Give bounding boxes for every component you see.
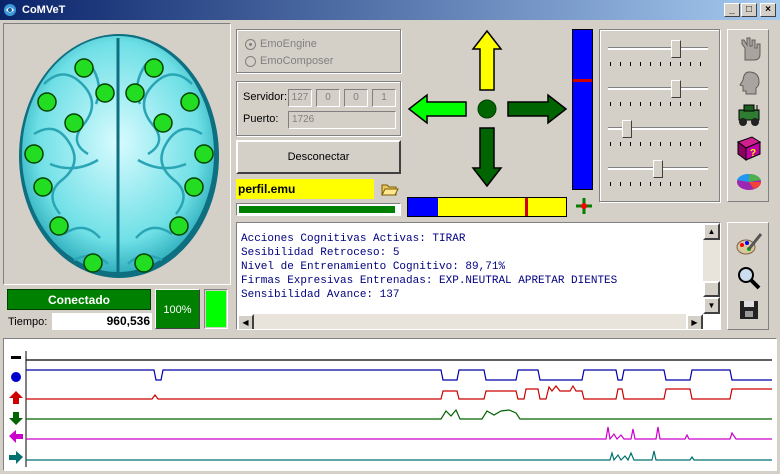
log-horizontal-scrollbar[interactable]: ◀ ▶ <box>237 314 703 329</box>
slider-4[interactable] <box>606 158 712 188</box>
up-legend-icon <box>9 391 23 404</box>
palette-brush-icon[interactable] <box>735 231 763 257</box>
log-line: Nivel de Entrenamiento Cognitivo: 89,71% <box>241 261 506 273</box>
log-lines: Acciones Cognitivas Activas: TIRAR Sesib… <box>241 232 617 302</box>
tools-panel: ? <box>727 29 769 202</box>
ip-octet-2[interactable]: 0 <box>316 89 340 107</box>
slider-2[interactable] <box>606 78 712 108</box>
signal-percent-badge: 100% <box>155 289 200 329</box>
log-line: Acciones Cognitivas Activas: TIRAR <box>241 233 466 245</box>
magnifier-icon[interactable] <box>736 265 762 291</box>
emocomposer-label: EmoComposer <box>260 55 334 67</box>
signal-traces <box>9 351 772 467</box>
emoengine-label: EmoEngine <box>260 38 317 50</box>
color-chart-icon[interactable] <box>734 166 764 194</box>
help-book-icon[interactable]: ? <box>735 134 763 162</box>
time-value: 960,536 <box>52 313 152 330</box>
save-icon[interactable] <box>738 299 760 321</box>
left-arrow-icon <box>407 93 467 125</box>
battery-level <box>206 291 226 327</box>
app-icon <box>4 4 16 16</box>
push-dot-icon <box>11 372 21 382</box>
scroll-left-icon[interactable]: ◀ <box>237 314 254 329</box>
slider-1[interactable] <box>606 38 712 68</box>
vertical-level-bar <box>572 29 593 190</box>
slider-ticks <box>610 62 710 66</box>
horizontal-level-marker <box>524 198 528 216</box>
maximize-button[interactable]: □ <box>741 3 757 17</box>
up-arrow-icon <box>471 29 503 91</box>
port-field[interactable]: 1726 <box>288 111 396 129</box>
profile-progress-fill <box>239 206 395 213</box>
scroll-up-icon[interactable]: ▲ <box>703 223 720 240</box>
engine-group: EmoEngine EmoComposer <box>236 29 401 73</box>
slider-track <box>608 47 708 50</box>
radio-selected-icon <box>245 38 256 50</box>
slider-3[interactable] <box>606 118 712 148</box>
right-legend-icon <box>9 451 23 464</box>
log-line: Sensibilidad Avance: 137 <box>241 289 400 301</box>
svg-text:?: ? <box>750 148 756 159</box>
log-line: Firmas Expresivas Entrenadas: EXP.NEUTRA… <box>241 275 618 287</box>
left-legend-icon <box>9 430 23 443</box>
slider-ticks <box>610 142 710 146</box>
right-arrow-icon <box>507 93 568 125</box>
direction-pad <box>407 29 568 188</box>
hand-icon[interactable] <box>736 36 762 62</box>
head-icon[interactable] <box>736 70 762 96</box>
open-folder-icon[interactable] <box>381 181 399 197</box>
scroll-down-icon[interactable]: ▼ <box>703 297 720 314</box>
slider-thumb[interactable] <box>653 160 663 178</box>
radio-empty-icon <box>245 55 256 67</box>
center-dot-icon <box>477 99 497 119</box>
signal-plot <box>3 338 777 471</box>
down-legend-icon <box>9 412 23 425</box>
server-label: Servidor: <box>243 91 288 103</box>
connection-status: Conectado <box>7 289 151 310</box>
log-line: Sesibilidad Retroceso: 5 <box>241 247 400 259</box>
ip-octet-3[interactable]: 0 <box>344 89 368 107</box>
emocomposer-radio[interactable]: EmoComposer <box>245 55 333 67</box>
slider-thumb[interactable] <box>671 40 681 58</box>
robot-car-icon[interactable] <box>735 102 763 128</box>
window-title: CoMVeT <box>22 4 66 16</box>
sliders-group <box>599 29 720 202</box>
disconnect-button[interactable]: Desconectar <box>236 140 401 174</box>
brain-panel <box>3 23 231 285</box>
battery-indicator <box>204 289 228 329</box>
time-label: Tiempo: <box>8 316 48 328</box>
close-button[interactable]: × <box>760 3 776 17</box>
center-crosshair-icon[interactable] <box>575 197 593 215</box>
profile-field[interactable]: perfil.emu <box>236 179 374 199</box>
emoengine-radio[interactable]: EmoEngine <box>245 38 317 50</box>
port-label: Puerto: <box>243 113 279 125</box>
title-bar: CoMVeT _ □ × <box>0 0 780 20</box>
scroll-right-icon[interactable]: ▶ <box>686 314 703 329</box>
tools-panel-2 <box>727 222 769 330</box>
slider-track <box>608 87 708 90</box>
profile-progress <box>236 203 401 216</box>
ip-octet-1[interactable]: 127 <box>288 89 312 107</box>
slider-thumb[interactable] <box>671 80 681 98</box>
log-box[interactable]: Acciones Cognitivas Activas: TIRAR Sesib… <box>236 222 721 330</box>
neutral-dash-icon <box>11 356 21 359</box>
horizontal-level-bar <box>407 197 567 217</box>
scroll-thumb-vertical[interactable] <box>703 281 720 297</box>
ip-octet-4[interactable]: 1 <box>372 89 396 107</box>
slider-thumb[interactable] <box>621 120 632 138</box>
minimize-button[interactable]: _ <box>724 3 740 17</box>
down-arrow-icon <box>471 127 503 188</box>
slider-ticks <box>610 102 710 106</box>
log-vertical-scrollbar[interactable]: ▲ ▼ <box>703 223 720 314</box>
vertical-level-marker <box>573 79 592 83</box>
brain-map <box>19 34 219 278</box>
slider-ticks <box>610 182 710 186</box>
legend-icons <box>9 356 23 464</box>
server-group: Servidor: 127 0 0 1 Puerto: 1726 <box>236 81 401 136</box>
